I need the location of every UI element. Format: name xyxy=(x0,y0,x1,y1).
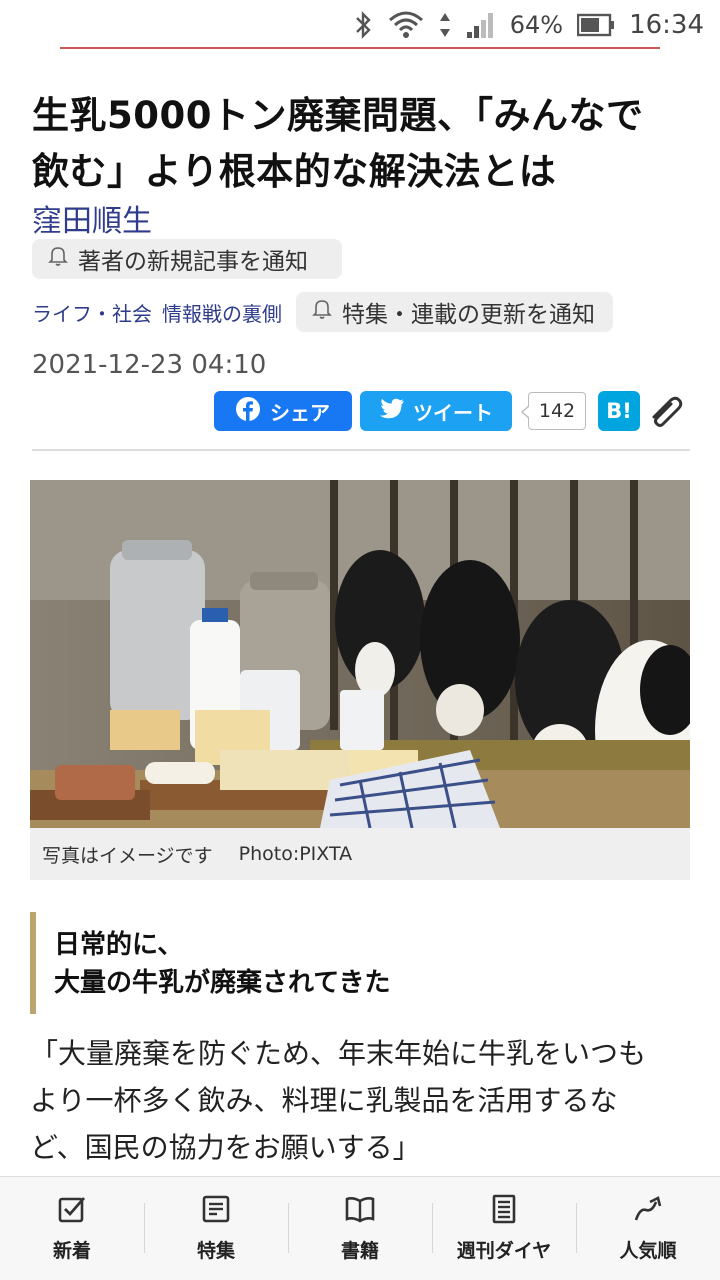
facebook-share-label: シェア xyxy=(270,400,330,425)
nav-label-features: 特集 xyxy=(196,1240,235,1262)
bell-icon xyxy=(48,245,68,273)
category-link-life[interactable]: ライフ・社会 xyxy=(32,298,152,327)
article-body: 「大量廃棄を防ぐため、年末年始に牛乳をいつも より一杯多く飲み、料理に乳製品を活… xyxy=(30,1030,694,1171)
signal-icon xyxy=(466,10,496,40)
nav-label-books: 書籍 xyxy=(340,1240,379,1262)
header-divider xyxy=(32,449,690,451)
twitter-tweet-button[interactable]: ツイート xyxy=(360,391,512,431)
twitter-tweet-label: ツイート xyxy=(413,400,493,425)
bottom-nav: 新着 特集 書籍 週刊ダイヤ 人気順 xyxy=(0,1176,720,1280)
category-row: ライフ・社会 情報戦の裏側 特集・連載の更新を通知 xyxy=(32,291,692,333)
status-bar: 64% 16:34 xyxy=(0,0,720,50)
twitter-bird-icon xyxy=(379,398,405,425)
open-book-icon xyxy=(344,1194,376,1228)
checkbox-icon xyxy=(57,1194,87,1228)
publish-date: 2021-12-23 04:10 xyxy=(32,350,267,380)
author-link[interactable]: 窪田順生 xyxy=(32,196,152,240)
tweet-count: 142 xyxy=(521,392,586,430)
nav-item-new[interactable]: 新着 xyxy=(0,1177,144,1280)
body-line-3: ど、国民の協力をお願いする」 xyxy=(30,1131,421,1164)
nav-item-books[interactable]: 書籍 xyxy=(288,1177,432,1280)
nav-label-weekly-diamond: 週刊ダイヤ xyxy=(456,1240,552,1262)
nav-label-new: 新着 xyxy=(52,1240,91,1262)
nav-item-ranking[interactable]: 人気順 xyxy=(576,1177,720,1280)
notify-series-button[interactable]: 特集・連載の更新を通知 xyxy=(296,292,613,332)
notify-author-label: 著者の新規記事を通知 xyxy=(78,249,308,275)
title-line-1: 生乳5000トン廃棄問題、「みんなで xyxy=(32,94,644,137)
hatena-bookmark-button[interactable]: B! xyxy=(598,391,640,431)
section-heading-line-1: 日常的に、 xyxy=(54,930,184,960)
section-heading-line-2: 大量の牛乳が廃棄されてきた xyxy=(54,968,391,998)
document-list-icon xyxy=(201,1194,231,1228)
notify-author-button[interactable]: 著者の新規記事を通知 xyxy=(32,239,342,279)
magazine-icon xyxy=(489,1194,519,1228)
wifi-icon xyxy=(388,10,424,40)
title-line-2: 飲む」より根本的な解決法とは xyxy=(32,150,557,193)
clock: 16:34 xyxy=(629,10,704,40)
body-line-2: より一杯多く飲み、料理に乳製品を活用するな xyxy=(30,1084,618,1117)
category-link-series[interactable]: 情報戦の裏側 xyxy=(162,298,282,327)
article-title: 生乳5000トン廃棄問題、「みんなで 飲む」より根本的な解決法とは xyxy=(32,88,692,200)
body-line-1: 「大量廃棄を防ぐため、年末年始に牛乳をいつも xyxy=(30,1037,647,1070)
nav-item-features[interactable]: 特集 xyxy=(144,1177,288,1280)
share-row: シェア ツイート 142 xyxy=(214,390,586,432)
battery-percent: 64% xyxy=(509,11,564,39)
copy-link-button[interactable] xyxy=(644,392,688,432)
facebook-icon xyxy=(236,396,260,426)
nav-label-ranking: 人気順 xyxy=(619,1240,677,1262)
hero-photo xyxy=(30,480,690,828)
photo-caption: 写真はイメージです Photo:PIXTA xyxy=(30,828,690,880)
data-arrows-icon xyxy=(438,10,452,40)
trending-arrow-icon xyxy=(632,1194,664,1228)
facebook-share-button[interactable]: シェア xyxy=(214,391,352,431)
top-rule xyxy=(60,47,660,49)
photo-caption-text: 写真はイメージです xyxy=(42,844,213,867)
bell-icon xyxy=(312,298,332,326)
section-heading: 日常的に、 大量の牛乳が廃棄されてきた xyxy=(30,912,690,1014)
paperclip-icon xyxy=(646,393,686,431)
nav-item-weekly-diamond[interactable]: 週刊ダイヤ xyxy=(432,1177,576,1280)
photo-credit: Photo:PIXTA xyxy=(238,843,353,865)
notify-series-label: 特集・連載の更新を通知 xyxy=(342,302,595,328)
bluetooth-icon xyxy=(352,10,374,40)
battery-icon xyxy=(577,10,615,40)
